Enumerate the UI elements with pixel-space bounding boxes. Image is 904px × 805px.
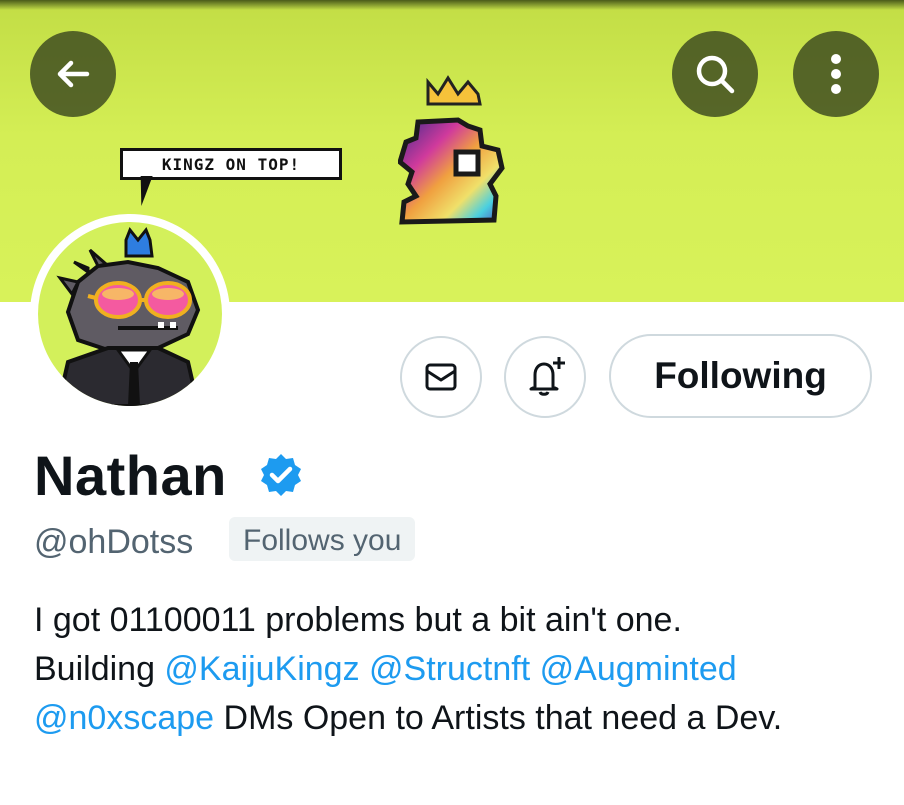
banner-speech-bubble: KINGZ ON TOP! [120, 148, 342, 180]
bio-line1: I got 01100011 problems but a bit ain't … [34, 601, 682, 639]
profile-bio: I got 01100011 problems but a bit ain't … [34, 596, 884, 743]
mention-link-n0xscape[interactable]: @n0xscape [34, 699, 214, 737]
verified-badge-icon [261, 454, 301, 496]
mention-link-structnft[interactable]: @Structnft [369, 650, 530, 688]
follows-you-badge: Follows you [229, 517, 416, 561]
crown-logo-icon [426, 75, 482, 106]
back-button[interactable] [30, 31, 116, 117]
profile-name: Nathan [34, 444, 227, 507]
avatar-image [38, 222, 222, 406]
bio-suffix: DMs Open to Artists that need a Dev. [214, 699, 783, 737]
arrow-left-icon [57, 60, 90, 88]
envelope-icon [425, 363, 457, 391]
profile-handle: @ohDotss [34, 523, 194, 561]
mention-link-augminted[interactable]: @Augminted [540, 650, 737, 688]
following-button-label: Following [654, 355, 827, 396]
bio-building-prefix: Building [34, 650, 165, 688]
mention-link-kaijukingz[interactable]: @KaijuKingz [164, 650, 359, 688]
speech-bubble-tail [135, 176, 153, 206]
following-button[interactable]: Following [609, 334, 872, 418]
message-button[interactable] [400, 336, 482, 418]
kaiju-avatar-icon [55, 227, 201, 406]
search-icon [696, 55, 735, 94]
more-vertical-icon [831, 54, 841, 94]
search-button[interactable] [672, 31, 758, 117]
bell-plus-icon [529, 357, 565, 396]
kaiju-logo-icon [398, 117, 505, 225]
notify-button[interactable] [504, 336, 586, 418]
avatar[interactable] [30, 214, 230, 414]
more-button[interactable] [793, 31, 879, 117]
